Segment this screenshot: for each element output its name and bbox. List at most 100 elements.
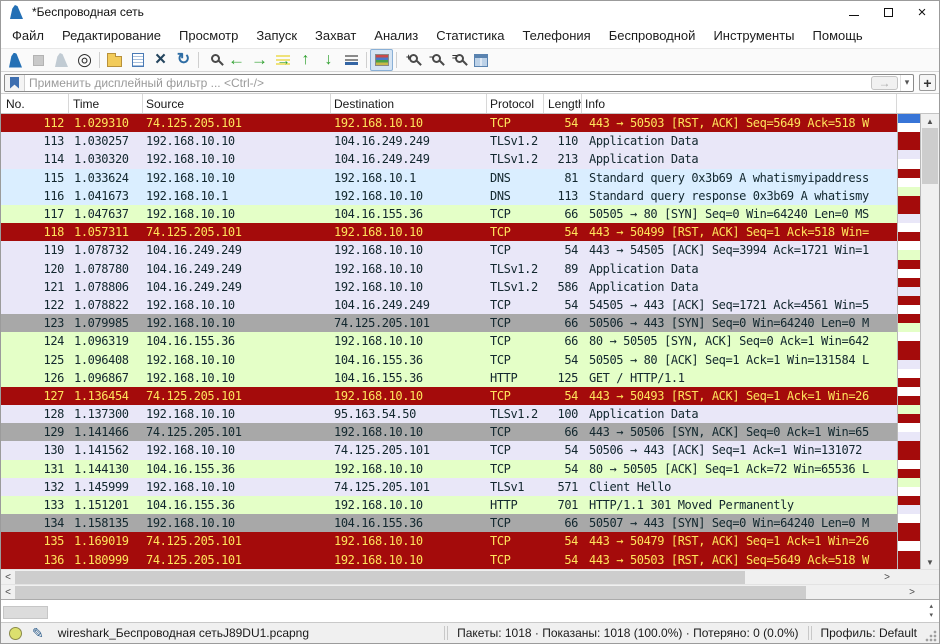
- display-filter-input[interactable]: [25, 76, 871, 90]
- column-header-source[interactable]: Source: [143, 94, 331, 113]
- packet-row[interactable]: 1201.078780104.16.249.249192.168.10.10TL…: [1, 260, 897, 278]
- save-file-icon[interactable]: [126, 49, 149, 71]
- scroll-left-icon[interactable]: <: [1, 585, 15, 600]
- colorize-icon[interactable]: [370, 49, 393, 71]
- packet-row[interactable]: 1281.137300192.168.10.1095.163.54.50TLSv…: [1, 405, 897, 423]
- packet-row[interactable]: 1351.16901974.125.205.101192.168.10.10TC…: [1, 532, 897, 550]
- packet-row[interactable]: 1321.145999192.168.10.1074.125.205.101TL…: [1, 478, 897, 496]
- packet-row[interactable]: 1241.096319104.16.155.36192.168.10.10TCP…: [1, 332, 897, 350]
- packet-cell-protocol: TCP: [487, 296, 544, 314]
- menu-item[interactable]: Файл: [3, 25, 53, 46]
- zoom-out-icon[interactable]: −: [423, 49, 446, 71]
- packet-row[interactable]: 1211.078806104.16.249.249192.168.10.10TL…: [1, 278, 897, 296]
- packet-cell-no: 124: [1, 332, 69, 350]
- menu-item[interactable]: Редактирование: [53, 25, 170, 46]
- zoom-in-icon[interactable]: +: [400, 49, 423, 71]
- menu-item[interactable]: Захват: [306, 25, 365, 46]
- resize-columns-icon[interactable]: [469, 49, 492, 71]
- horizontal-scrollbar-list[interactable]: < >: [1, 569, 939, 584]
- scroll-right-icon[interactable]: >: [905, 585, 919, 600]
- go-forward-icon[interactable]: [248, 49, 271, 71]
- column-header-info[interactable]: Info: [582, 94, 897, 113]
- menu-item[interactable]: Статистика: [427, 25, 513, 46]
- packet-cell-length: 54: [544, 241, 582, 259]
- expert-info-icon[interactable]: [9, 627, 22, 640]
- packet-row[interactable]: 1121.02931074.125.205.101192.168.10.10TC…: [1, 114, 897, 132]
- column-header-time[interactable]: Time: [69, 94, 143, 113]
- minimap-stripe: [898, 560, 920, 569]
- minimap-stripe: [898, 205, 920, 214]
- packet-cell-destination: 192.168.10.10: [331, 187, 487, 205]
- reload-file-icon[interactable]: [172, 49, 195, 71]
- capture-options-icon[interactable]: [73, 49, 96, 71]
- find-packet-icon[interactable]: [202, 49, 225, 71]
- packet-row[interactable]: 1151.033624192.168.10.10192.168.10.1DNS8…: [1, 169, 897, 187]
- scroll-up-icon[interactable]: ▲: [921, 114, 939, 128]
- column-header-protocol[interactable]: Protocol: [487, 94, 544, 113]
- packet-row[interactable]: 1261.096867192.168.10.10104.16.155.36HTT…: [1, 369, 897, 387]
- close-file-icon[interactable]: [149, 49, 172, 71]
- filter-bookmark-button[interactable]: [5, 75, 25, 91]
- filter-dropdown-button[interactable]: ▾: [900, 75, 913, 91]
- menu-item[interactable]: Просмотр: [170, 25, 247, 46]
- pane-scroll-arrows-icon[interactable]: ▴▾: [929, 602, 933, 620]
- close-button[interactable]: ×: [905, 1, 939, 23]
- packet-row[interactable]: 1361.18099974.125.205.101192.168.10.10TC…: [1, 551, 897, 569]
- go-bottom-icon[interactable]: [317, 49, 340, 71]
- minimap-stripe: [898, 414, 920, 423]
- packet-row[interactable]: 1141.030320192.168.10.10104.16.249.249TL…: [1, 150, 897, 168]
- packet-row[interactable]: 1251.096408192.168.10.10104.16.155.36TCP…: [1, 350, 897, 368]
- horizontal-scrollbar-secondary[interactable]: < >: [1, 584, 939, 599]
- packet-row[interactable]: 1341.158135192.168.10.10104.16.155.36TCP…: [1, 514, 897, 532]
- horizontal-scrollbar-thumb[interactable]: [15, 586, 806, 599]
- packet-row[interactable]: 1331.151201104.16.155.36192.168.10.10HTT…: [1, 496, 897, 514]
- menu-item[interactable]: Анализ: [365, 25, 427, 46]
- column-header-length[interactable]: Length: [544, 94, 582, 113]
- scroll-down-icon[interactable]: ▼: [921, 555, 939, 569]
- packet-row[interactable]: 1131.030257192.168.10.10104.16.249.249TL…: [1, 132, 897, 150]
- edit-comment-icon[interactable]: ✎: [32, 626, 44, 640]
- profile-label[interactable]: Профиль: Default: [813, 626, 926, 640]
- go-top-icon[interactable]: [294, 49, 317, 71]
- auto-scroll-icon[interactable]: [340, 49, 363, 71]
- scroll-right-icon[interactable]: >: [880, 570, 894, 585]
- packet-cell-no: 117: [1, 205, 69, 223]
- menu-item[interactable]: Беспроводной: [600, 25, 705, 46]
- packet-row[interactable]: 1221.078822192.168.10.10104.16.249.249TC…: [1, 296, 897, 314]
- apply-filter-button[interactable]: →: [871, 76, 898, 90]
- menu-item[interactable]: Телефония: [513, 25, 599, 46]
- column-header-destination[interactable]: Destination: [331, 94, 487, 113]
- packet-row[interactable]: 1301.141562192.168.10.1074.125.205.101TC…: [1, 441, 897, 459]
- packet-row[interactable]: 1161.041673192.168.10.1192.168.10.10DNS1…: [1, 187, 897, 205]
- minimize-button[interactable]: [837, 1, 871, 23]
- minimap-stripe: [898, 487, 920, 496]
- maximize-button[interactable]: [871, 1, 905, 23]
- go-back-icon[interactable]: [225, 49, 248, 71]
- packet-cell-length: 66: [544, 514, 582, 532]
- packet-row[interactable]: 1231.079985192.168.10.1074.125.205.101TC…: [1, 314, 897, 332]
- packet-cell-protocol: TCP: [487, 551, 544, 569]
- intelligent-scrollbar-minimap[interactable]: [897, 114, 921, 569]
- start-capture-icon[interactable]: [4, 49, 27, 71]
- packet-row[interactable]: 1291.14146674.125.205.101192.168.10.10TC…: [1, 423, 897, 441]
- add-filter-button[interactable]: +: [919, 74, 936, 91]
- column-header-no[interactable]: No.: [1, 94, 69, 113]
- open-file-icon[interactable]: [103, 49, 126, 71]
- packet-row[interactable]: 1311.144130104.16.155.36192.168.10.10TCP…: [1, 460, 897, 478]
- vertical-scrollbar-thumb[interactable]: [922, 128, 938, 184]
- menu-item[interactable]: Запуск: [247, 25, 306, 46]
- scroll-left-icon[interactable]: <: [1, 570, 15, 585]
- go-to-packet-icon[interactable]: [271, 49, 294, 71]
- packet-row[interactable]: 1171.047637192.168.10.10104.16.155.36TCP…: [1, 205, 897, 223]
- packet-row[interactable]: 1191.078732104.16.249.249192.168.10.10TC…: [1, 241, 897, 259]
- packet-row[interactable]: 1271.13645474.125.205.101192.168.10.10TC…: [1, 387, 897, 405]
- toolbar-separator: [99, 52, 100, 68]
- menu-item[interactable]: Помощь: [804, 25, 872, 46]
- vertical-scrollbar[interactable]: ▲ ▼: [921, 114, 939, 569]
- zoom-original-icon[interactable]: =: [446, 49, 469, 71]
- resize-grip[interactable]: [925, 630, 937, 642]
- horizontal-scrollbar-thumb[interactable]: [15, 571, 745, 584]
- menu-item[interactable]: Инструменты: [704, 25, 803, 46]
- packet-row[interactable]: 1181.05731174.125.205.101192.168.10.10TC…: [1, 223, 897, 241]
- minimap-stripe: [898, 341, 920, 350]
